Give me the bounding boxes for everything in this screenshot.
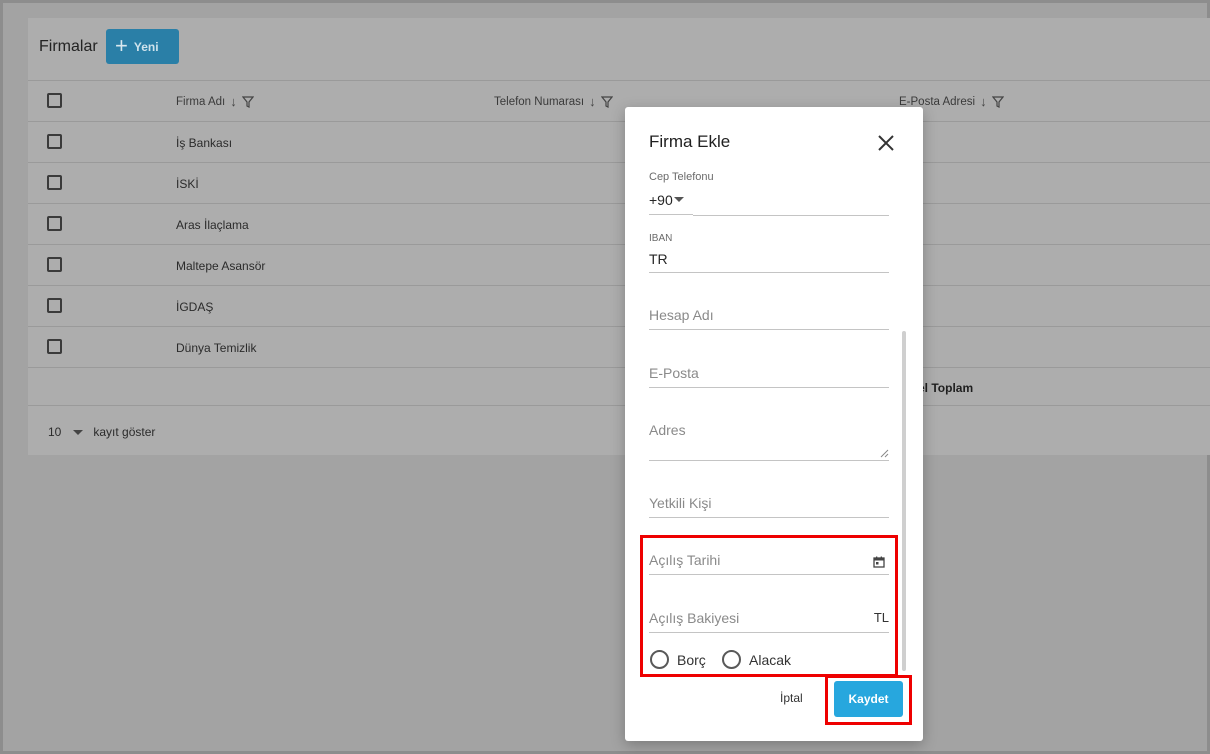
page-size-suffix: kayıt göster [93, 425, 156, 439]
filter-icon[interactable] [600, 95, 613, 108]
sort-down-icon[interactable]: ↓ [589, 94, 596, 109]
cancel-button[interactable]: İptal [780, 691, 803, 705]
sort-down-icon[interactable]: ↓ [230, 94, 237, 109]
calendar-icon[interactable] [873, 556, 885, 568]
page-title: Firmalar [39, 38, 98, 55]
total-label: el Toplam [918, 381, 974, 395]
resize-handle-icon[interactable] [880, 449, 889, 458]
table-header: Firma Adı ↓ Telefon Numarası ↓ E-Posta A… [28, 80, 1210, 121]
eposta-input[interactable]: E-Posta [649, 363, 889, 388]
yetkili-kisi-placeholder: Yetkili Kişi [649, 495, 712, 511]
hesap-adi-placeholder: Hesap Adı [649, 307, 714, 323]
row-checkbox[interactable] [47, 339, 62, 354]
sort-down-icon[interactable]: ↓ [980, 94, 987, 109]
new-button-label: Yeni [133, 39, 159, 54]
firma-adi-cell: Dünya Temizlik [176, 341, 257, 355]
dialog-title: Firma Ekle [649, 132, 731, 151]
firma-adi-cell: İGDAŞ [176, 300, 214, 314]
plus-icon: + [115, 32, 128, 58]
firmalar-card: Firmalar + Yeni Firma Adı ↓ Telefon Numa… [28, 18, 1210, 455]
hesap-adi-input[interactable]: Hesap Adı [649, 305, 889, 330]
yetkili-kisi-input[interactable]: Yetkili Kişi [649, 493, 889, 518]
country-code-value: +90 [649, 192, 673, 208]
acilis-tarihi-input[interactable]: Açılış Tarihi [649, 551, 889, 575]
select-all-checkbox[interactable] [47, 93, 62, 108]
save-button[interactable]: Kaydet [834, 681, 903, 717]
acilis-bakiyesi-input[interactable]: Açılış Bakiyesi TL [649, 609, 889, 633]
pagination-bar: 10 kayıt göster [28, 405, 1210, 455]
country-code-select[interactable]: +90 [649, 191, 693, 215]
borc-radio[interactable] [650, 650, 669, 669]
eposta-placeholder: E-Posta [649, 365, 699, 381]
iban-value: TR [649, 251, 668, 267]
column-telefon[interactable]: Telefon Numarası ↓ [494, 94, 613, 109]
row-checkbox[interactable] [47, 216, 62, 231]
alacak-label: Alacak [749, 652, 792, 668]
firma-adi-cell: Maltepe Asansör [176, 259, 266, 273]
cep-telefonu-input[interactable] [693, 191, 889, 216]
column-label: Firma Adı [176, 95, 226, 108]
alacak-radio[interactable] [722, 650, 741, 669]
new-button[interactable]: + Yeni [106, 29, 179, 64]
table-row[interactable]: Maltepe Asansör [28, 244, 1210, 285]
column-label: E-Posta Adresi [899, 95, 976, 108]
row-checkbox[interactable] [47, 134, 62, 149]
filter-icon[interactable] [991, 95, 1004, 108]
column-label: Telefon Numarası [494, 95, 585, 108]
acilis-tarihi-placeholder: Açılış Tarihi [649, 552, 721, 568]
column-firma-adi[interactable]: Firma Adı ↓ [176, 94, 254, 109]
adres-textarea[interactable]: Adres [649, 419, 889, 461]
iban-label: IBAN [649, 233, 673, 244]
close-icon[interactable] [877, 134, 895, 152]
totals-row: el Toplam [28, 367, 1210, 405]
table-row[interactable]: Aras İlaçlama [28, 203, 1210, 244]
toolbar: Firmalar + Yeni [28, 18, 1210, 80]
row-checkbox[interactable] [47, 257, 62, 272]
caret-down-icon[interactable] [73, 429, 84, 435]
page-size-value: 10 [48, 425, 62, 439]
caret-down-icon [674, 197, 684, 202]
borc-label: Borç [677, 652, 706, 668]
iban-input[interactable]: TR [649, 247, 889, 273]
filter-icon[interactable] [241, 95, 254, 108]
adres-placeholder: Adres [649, 422, 686, 438]
firma-adi-cell: Aras İlaçlama [176, 218, 249, 232]
table-row[interactable]: İSKİ [28, 162, 1210, 203]
dialog-scrollbar[interactable] [902, 331, 906, 671]
app-window: Firmalar + Yeni Firma Adı ↓ Telefon Numa… [0, 0, 1210, 754]
firma-ekle-dialog: Firma Ekle Cep Telefonu +90 IBAN TR Hesa… [625, 107, 923, 741]
row-checkbox[interactable] [47, 175, 62, 190]
table-row[interactable]: İGDAŞ [28, 285, 1210, 326]
table-row[interactable]: Dünya Temizlik [28, 326, 1210, 367]
currency-suffix: TL [873, 610, 889, 625]
acilis-bakiyesi-placeholder: Açılış Bakiyesi [649, 610, 740, 626]
firma-adi-cell: İSKİ [176, 177, 199, 191]
page-size-select[interactable]: 10 kayıt göster [48, 425, 155, 439]
row-checkbox[interactable] [47, 298, 62, 313]
table-row[interactable]: İş Bankası [28, 121, 1210, 162]
firma-adi-cell: İş Bankası [176, 136, 233, 150]
cep-telefonu-label: Cep Telefonu [649, 171, 714, 183]
